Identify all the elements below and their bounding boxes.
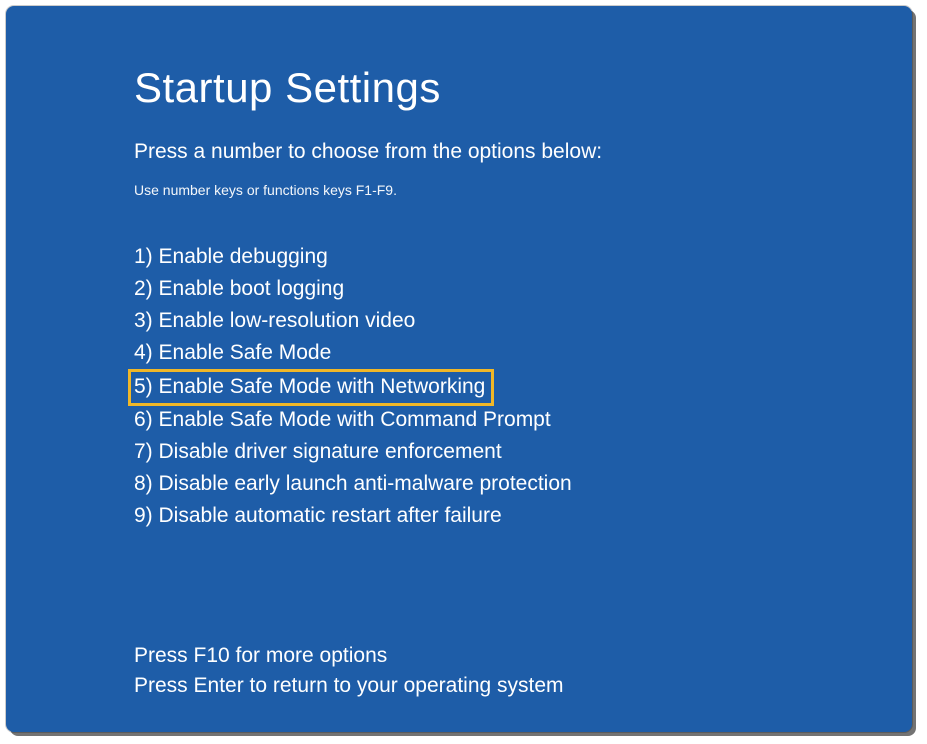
option-2-boot-logging[interactable]: 2) Enable boot logging: [134, 274, 344, 304]
option-6-safe-mode-cmd[interactable]: 6) Enable Safe Mode with Command Prompt: [134, 405, 551, 435]
option-7-disable-driver-sig[interactable]: 7) Disable driver signature enforcement: [134, 437, 502, 467]
option-8-disable-antimalware[interactable]: 8) Disable early launch anti-malware pro…: [134, 469, 572, 499]
option-5-safe-mode-networking[interactable]: 5) Enable Safe Mode with Networking: [128, 369, 494, 406]
footer-more-options: Press F10 for more options: [134, 641, 912, 671]
option-3-low-res-video[interactable]: 3) Enable low-resolution video: [134, 306, 415, 336]
startup-settings-window: Startup Settings Press a number to choos…: [6, 6, 912, 732]
options-list: 1) Enable debugging 2) Enable boot loggi…: [134, 242, 912, 533]
option-9-disable-auto-restart[interactable]: 9) Disable automatic restart after failu…: [134, 501, 502, 531]
prompt-text: Press a number to choose from the option…: [134, 140, 912, 164]
footer-return: Press Enter to return to your operating …: [134, 671, 912, 701]
hint-text: Use number keys or functions keys F1-F9.: [134, 182, 912, 198]
option-1-debugging[interactable]: 1) Enable debugging: [134, 242, 328, 272]
option-4-safe-mode[interactable]: 4) Enable Safe Mode: [134, 338, 331, 368]
page-title: Startup Settings: [134, 64, 912, 112]
